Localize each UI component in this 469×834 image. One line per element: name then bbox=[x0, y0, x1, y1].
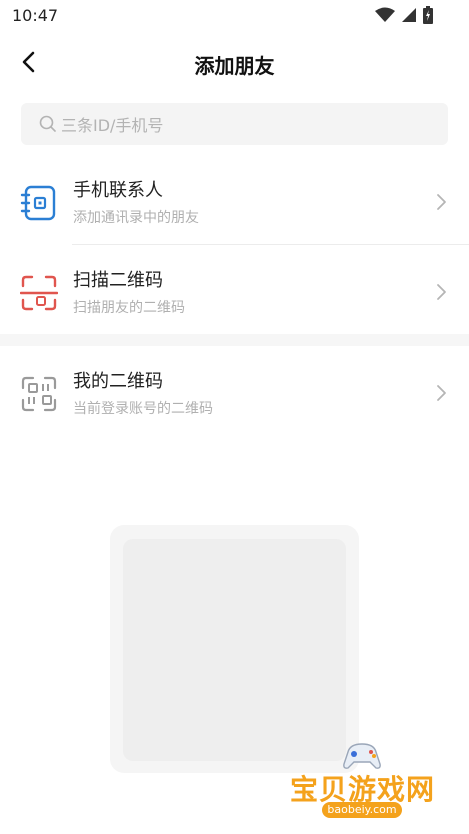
list-item-scan-qr[interactable]: 扫描二维码 扫描朋友的二维码 bbox=[0, 245, 469, 335]
nav-bar: 添加朋友 bbox=[0, 36, 469, 90]
contacts-icon bbox=[20, 185, 56, 221]
watermark-url: baobeiy.com bbox=[322, 802, 402, 818]
qr-code-icon bbox=[21, 376, 57, 412]
watermark-logo: 宝贝游戏网 baobeiy.com bbox=[288, 740, 438, 834]
section-gap bbox=[0, 334, 469, 346]
status-time: 10:47 bbox=[12, 6, 59, 25]
chevron-right-icon bbox=[437, 194, 446, 210]
list-item-phone-contacts[interactable]: 手机联系人 添加通讯录中的朋友 bbox=[0, 155, 469, 245]
chevron-right-icon bbox=[437, 385, 446, 401]
signal-icon bbox=[402, 8, 416, 22]
item-title: 我的二维码 bbox=[73, 371, 163, 392]
search-icon bbox=[39, 115, 57, 133]
gamepad-icon bbox=[343, 743, 381, 769]
item-subtitle: 当前登录账号的二维码 bbox=[73, 401, 213, 417]
page-title: 添加朋友 bbox=[194, 54, 275, 78]
wifi-icon bbox=[375, 7, 395, 22]
placeholder-card-inner bbox=[123, 539, 346, 761]
scan-icon bbox=[20, 275, 58, 311]
status-bar: 10:47 bbox=[0, 0, 469, 32]
item-title: 手机联系人 bbox=[73, 180, 163, 201]
search-input[interactable]: 三条ID/手机号 bbox=[21, 103, 448, 145]
list-item-my-qr-code[interactable]: 我的二维码 当前登录账号的二维码 bbox=[0, 346, 469, 436]
item-subtitle: 添加通讯录中的朋友 bbox=[73, 210, 199, 226]
item-subtitle: 扫描朋友的二维码 bbox=[73, 300, 185, 316]
status-icons bbox=[375, 6, 433, 24]
item-title: 扫描二维码 bbox=[73, 270, 163, 291]
battery-icon bbox=[423, 6, 433, 24]
chevron-right-icon bbox=[437, 284, 446, 300]
placeholder-card bbox=[110, 525, 359, 773]
search-placeholder: 三条ID/手机号 bbox=[61, 116, 164, 135]
